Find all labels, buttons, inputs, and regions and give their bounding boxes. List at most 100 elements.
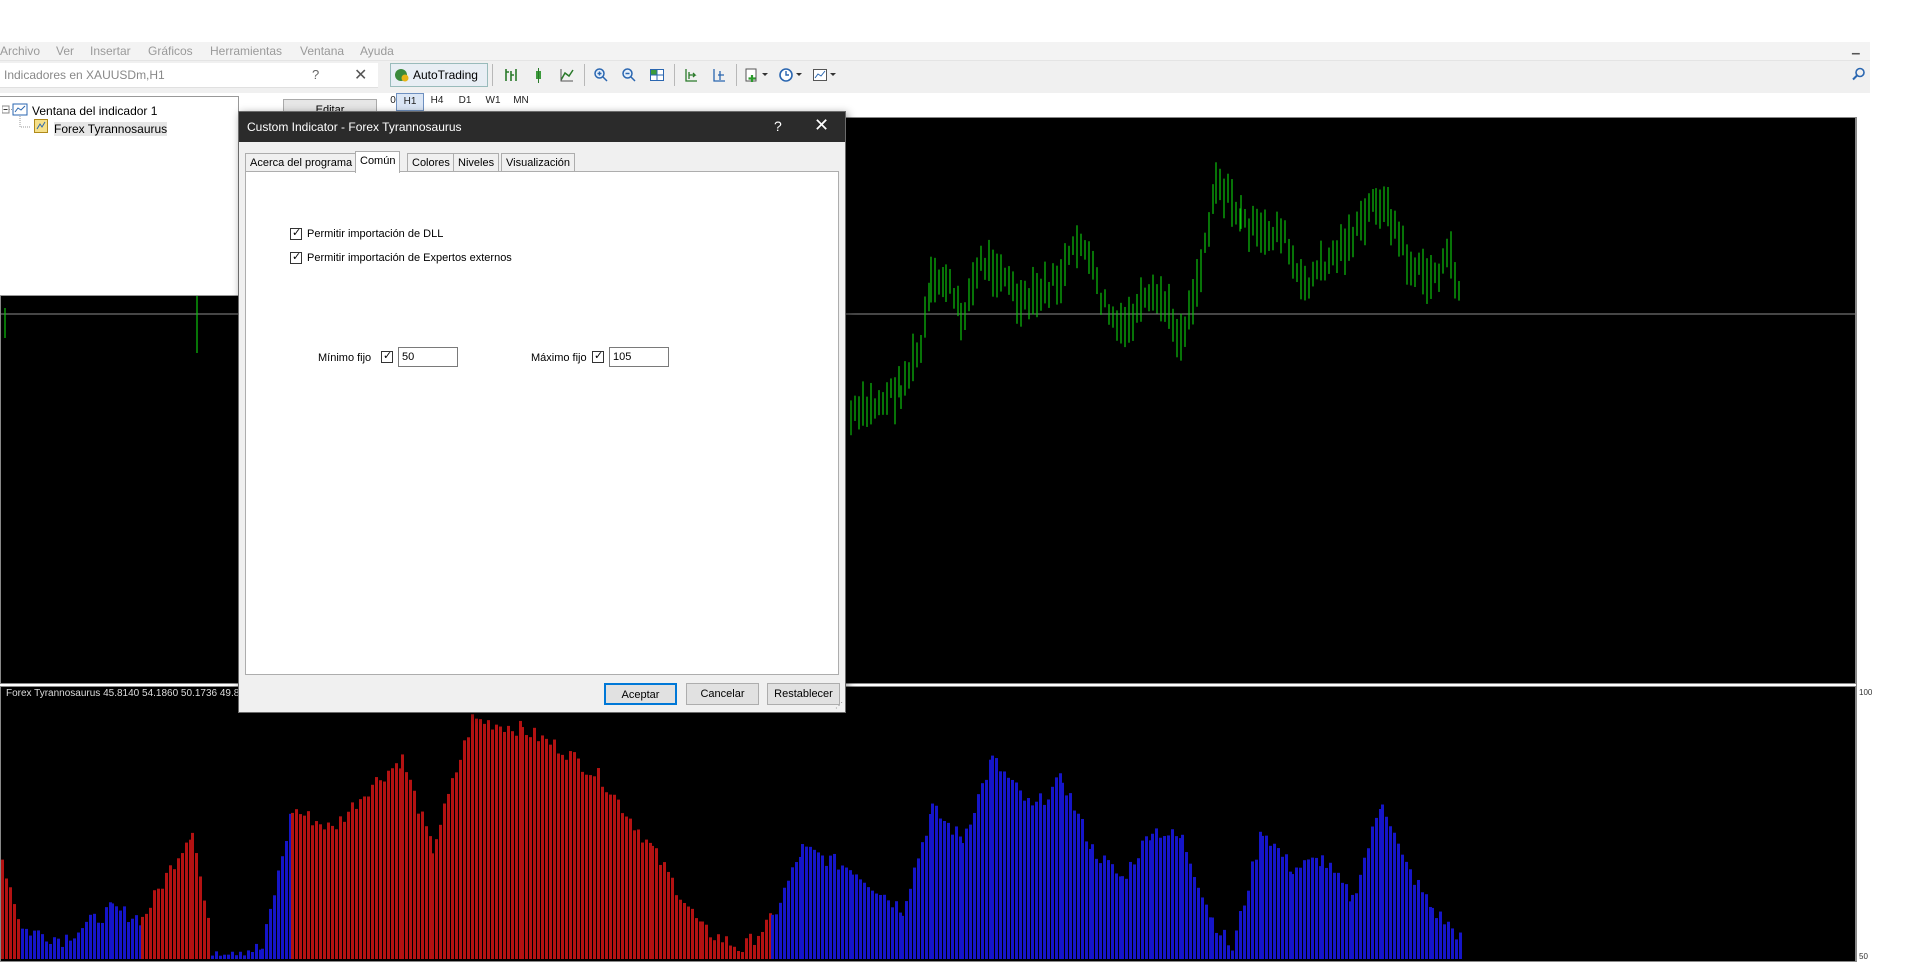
histogram-bar	[425, 826, 428, 959]
indicator-window[interactable]	[0, 686, 1856, 962]
histogram-bar	[1167, 835, 1170, 959]
max-fixed-input[interactable]: 105	[609, 347, 669, 367]
histogram-bar	[891, 907, 894, 959]
histogram-bar	[925, 835, 928, 959]
histogram-bar	[235, 955, 238, 959]
tree-forex-tyrannosaurus[interactable]: Forex Tyrannosaurus	[54, 122, 168, 136]
search-input[interactable]: Indicadores en XAUUSDm,H1 ? ✕	[0, 63, 378, 88]
autotrading-button[interactable]: AutoTrading	[390, 63, 488, 87]
histogram-bar	[1007, 777, 1010, 959]
minimize-icon[interactable]: ▁	[1852, 44, 1862, 55]
histogram-bar	[1401, 854, 1404, 959]
histogram-bar	[521, 727, 524, 959]
menu-ventana[interactable]: Ventana	[300, 44, 344, 58]
histogram-bar	[1035, 801, 1038, 959]
histogram-bar	[165, 872, 168, 959]
histogram-bar	[761, 931, 764, 959]
menu-herramientas[interactable]: Herramientas	[210, 44, 282, 58]
histogram-bar	[813, 849, 816, 959]
allow-experts-checkbox[interactable]	[290, 250, 302, 264]
histogram-bar	[1307, 859, 1310, 959]
histogram-bar	[169, 865, 172, 959]
tree-connectors	[2, 103, 30, 128]
histogram-bar	[729, 945, 732, 959]
histogram-bar	[515, 735, 518, 959]
bar-chart-icon[interactable]	[500, 64, 522, 86]
menu-ayuda[interactable]: Ayuda	[360, 44, 394, 58]
zoom-out-icon[interactable]	[618, 64, 640, 86]
help-icon[interactable]: ?	[312, 67, 319, 82]
histogram-bar	[713, 940, 716, 959]
menu-archivo[interactable]: Archivo	[0, 44, 40, 58]
histogram-bar	[545, 738, 548, 959]
histogram-bar	[765, 919, 768, 959]
tab-about[interactable]: Acerca del programa	[245, 153, 358, 172]
histogram-bar	[203, 900, 206, 959]
templates-icon[interactable]	[810, 64, 840, 86]
histogram-bar	[141, 916, 144, 959]
min-fixed-label: Mínimo fijo	[318, 352, 372, 364]
resize-grip-icon[interactable]: ⋰	[835, 701, 843, 710]
candle-chart-icon[interactable]	[528, 64, 550, 86]
histogram-bar	[721, 942, 724, 959]
histogram-bar	[1243, 905, 1246, 959]
histogram-bar	[1099, 863, 1102, 959]
histogram-bar	[191, 832, 194, 959]
histogram-bar	[97, 922, 100, 959]
autoscroll-icon[interactable]	[708, 64, 730, 86]
histogram-bar	[359, 799, 362, 959]
cancel-button[interactable]: Cancelar	[686, 683, 759, 705]
line-chart-icon[interactable]	[556, 64, 578, 86]
histogram-bar	[1451, 928, 1454, 959]
min-fixed-input[interactable]: 50	[398, 347, 458, 367]
histogram-bar	[1205, 904, 1208, 959]
histogram-bar	[995, 758, 998, 959]
periods-clock-icon[interactable]	[776, 64, 806, 86]
min-fixed-checkbox[interactable]	[381, 349, 393, 363]
max-fixed-checkbox[interactable]	[592, 349, 604, 363]
histogram-bar	[1145, 836, 1148, 959]
period-mn[interactable]: MN	[508, 93, 534, 109]
tab-levels[interactable]: Niveles	[453, 153, 500, 172]
histogram-bar	[405, 772, 408, 959]
menu-graficos[interactable]: Gráficos	[148, 44, 193, 58]
histogram-bar	[1043, 804, 1046, 959]
histogram-bar	[705, 924, 708, 959]
tab-common[interactable]: Común	[355, 151, 401, 173]
period-h4[interactable]: H4	[424, 93, 450, 109]
close-icon[interactable]: ✕	[814, 115, 829, 136]
tab-colors[interactable]: Colores	[407, 153, 455, 172]
histogram-bar	[1311, 857, 1314, 959]
reset-button[interactable]: Restablecer	[767, 683, 840, 705]
search-icon[interactable]	[1852, 67, 1866, 84]
histogram-bar	[1431, 907, 1434, 959]
menu-ver[interactable]: Ver	[56, 44, 74, 58]
histogram-bar	[875, 893, 878, 959]
period-h1[interactable]: H1	[396, 93, 424, 111]
ok-button[interactable]: Aceptar	[604, 683, 677, 705]
tile-windows-icon[interactable]	[646, 64, 668, 86]
histogram-bar	[331, 825, 334, 959]
tree-indicator-window[interactable]: Ventana del indicador 1	[32, 104, 157, 118]
period-w1[interactable]: W1	[480, 93, 506, 109]
period-d1[interactable]: D1	[452, 93, 478, 109]
histogram-bar	[1251, 861, 1254, 959]
histogram-bar	[111, 903, 114, 959]
histogram-bar	[1329, 862, 1332, 959]
histogram-bar	[315, 821, 318, 959]
histogram-bar	[53, 937, 56, 959]
histogram-bar	[511, 731, 514, 959]
histogram-bar	[335, 829, 338, 959]
allow-dll-checkbox[interactable]	[290, 226, 302, 240]
chart-shift-icon[interactable]	[680, 64, 702, 86]
tab-visualization[interactable]: Visualización	[501, 153, 576, 172]
indicators-dropdown-icon[interactable]	[742, 64, 772, 86]
histogram-bar	[311, 825, 314, 959]
histogram-bar	[1247, 890, 1250, 959]
histogram-bar	[1185, 852, 1188, 959]
zoom-in-icon[interactable]	[590, 64, 612, 86]
menu-insertar[interactable]: Insertar	[90, 44, 131, 58]
histogram-bar	[1159, 837, 1162, 959]
close-icon[interactable]: ✕	[354, 65, 367, 85]
help-icon[interactable]: ?	[774, 118, 782, 134]
